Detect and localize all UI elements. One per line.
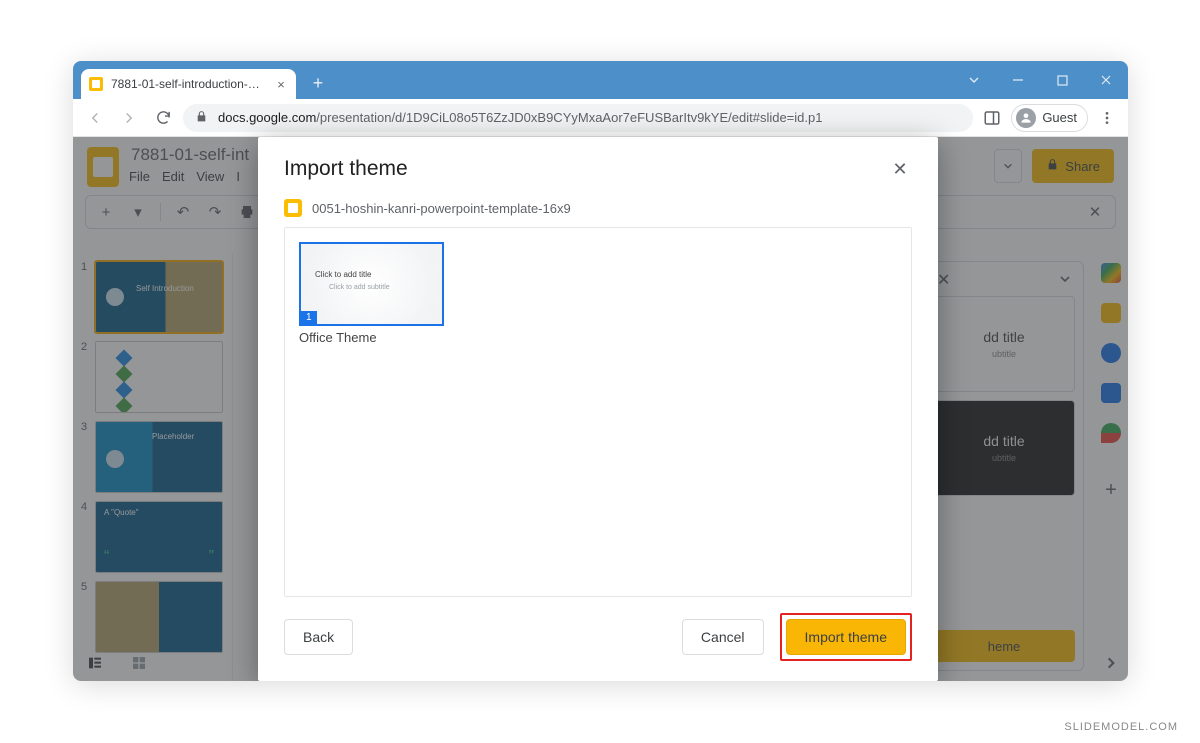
tab-close-button[interactable]: × [274,77,288,91]
browser-tab-title: 7881-01-self-introduction-powe [111,77,266,91]
address-bar[interactable]: docs.google.com/presentation/d/1D9CiL08o… [183,104,973,132]
thumb-subtitle-hint: Click to add subtitle [329,284,390,291]
tab-strip: 7881-01-self-introduction-powe × + [73,61,952,99]
dialog-footer: Back Cancel Import theme [258,597,938,681]
avatar-icon [1016,108,1036,128]
theme-option[interactable]: Click to add title Click to add subtitle… [299,242,444,345]
window-close-button[interactable] [1084,61,1128,99]
back-button[interactable]: Back [284,619,353,655]
cancel-button-label: Cancel [701,629,745,645]
browser-window: 7881-01-self-introduction-powe × + [73,61,1128,681]
window-maximize-button[interactable] [1040,61,1084,99]
chevron-down-icon[interactable] [952,61,996,99]
thumb-title-hint: Click to add title [315,270,371,279]
tutorial-highlight: Import theme [780,613,912,661]
slides-favicon-icon [89,77,103,91]
profile-chip[interactable]: Guest [1011,104,1088,132]
thumb-selected-badge: 1 [301,311,317,324]
nav-back-button[interactable] [81,104,109,132]
import-theme-button-label: Import theme [805,629,887,645]
window-titlebar: 7881-01-self-introduction-powe × + [73,61,1128,99]
back-button-label: Back [303,629,334,645]
window-minimize-button[interactable] [996,61,1040,99]
cancel-button[interactable]: Cancel [682,619,764,655]
new-tab-button[interactable]: + [306,71,330,95]
nav-forward-button[interactable] [115,104,143,132]
browser-menu-button[interactable] [1094,105,1120,131]
window-controls [952,61,1128,99]
url-text: docs.google.com/presentation/d/1D9CiL08o… [218,110,822,125]
theme-picker-grid: Click to add title Click to add subtitle… [284,227,912,597]
dialog-title: Import theme [284,157,408,181]
theme-thumbnail[interactable]: Click to add title Click to add subtitle… [299,242,444,326]
lock-icon [195,110,208,126]
browser-toolbar: docs.google.com/presentation/d/1D9CiL08o… [73,99,1128,137]
theme-caption: Office Theme [299,330,444,345]
profile-label: Guest [1042,110,1077,125]
slides-file-icon [284,199,302,217]
import-theme-dialog: Import theme ✕ 0051-hoshin-kanri-powerpo… [258,137,938,681]
side-panel-toggle-icon[interactable] [979,105,1005,131]
dialog-source-file: 0051-hoshin-kanri-powerpoint-template-16… [258,189,938,227]
nav-reload-button[interactable] [149,104,177,132]
dialog-source-filename: 0051-hoshin-kanri-powerpoint-template-16… [312,201,571,216]
import-theme-button[interactable]: Import theme [786,619,906,655]
browser-tab-active[interactable]: 7881-01-self-introduction-powe × [81,69,296,99]
dialog-close-button[interactable]: ✕ [888,157,912,181]
watermark: SLIDEMODEL.COM [1064,721,1178,733]
